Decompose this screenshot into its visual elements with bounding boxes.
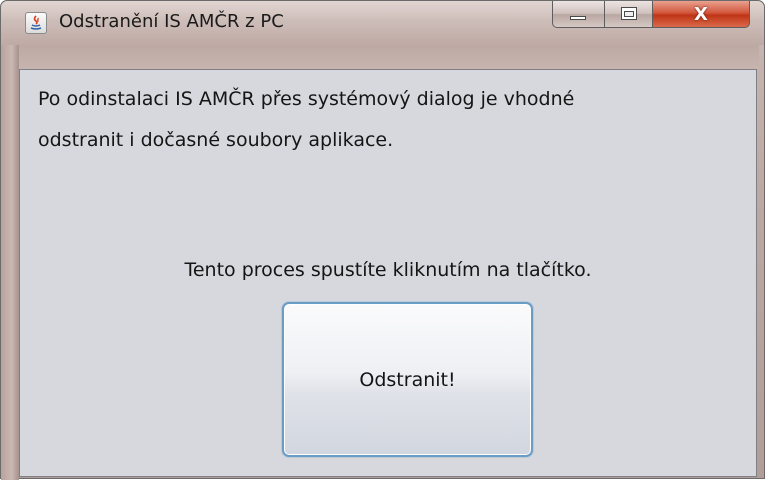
dialog-window: Odstranění IS AMČR z PC X Po odinstalaci… <box>0 0 765 480</box>
window-title: Odstranění IS AMČR z PC <box>59 11 284 32</box>
maximize-button[interactable] <box>604 1 652 28</box>
minimize-icon <box>570 16 586 20</box>
prompt-text: Tento proces spustíte kliknutím na tlačí… <box>184 259 592 281</box>
close-button[interactable]: X <box>652 1 750 28</box>
dialog-content: Po odinstalaci IS AMČR přes systémový di… <box>19 69 757 477</box>
remove-button[interactable]: Odstranit! <box>282 302 533 457</box>
java-icon[interactable] <box>25 12 47 34</box>
remove-button-label: Odstranit! <box>359 368 456 391</box>
message-line-1: Po odinstalaci IS AMČR přes systémový di… <box>38 88 575 110</box>
minimize-button[interactable] <box>552 1 604 28</box>
close-icon: X <box>694 3 708 25</box>
window-frame-left <box>1 45 19 480</box>
window-controls: X <box>552 1 750 29</box>
maximize-icon <box>621 7 637 20</box>
window-frame-top <box>19 45 759 69</box>
message-line-2: odstranit i dočasné soubory aplikace. <box>38 129 394 151</box>
